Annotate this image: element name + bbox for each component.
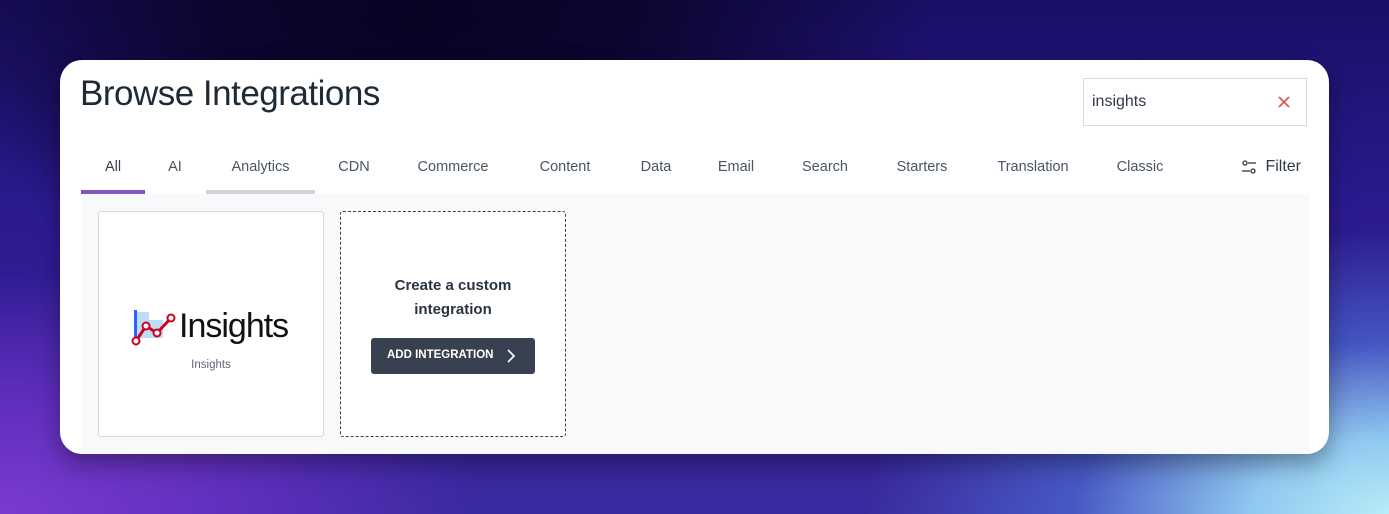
tab-label: Analytics <box>231 159 290 175</box>
tab-label: Starters <box>896 159 948 175</box>
tab-label: Content <box>539 159 591 175</box>
tab-label: Translation <box>997 159 1069 175</box>
tab-cdn[interactable]: CDN <box>331 144 377 194</box>
sliders-icon <box>1242 160 1257 174</box>
tab-search[interactable]: Search <box>795 144 855 194</box>
filter-label: Filter <box>1265 158 1301 175</box>
close-icon <box>1278 96 1290 108</box>
tab-data[interactable]: Data <box>635 144 677 194</box>
logo-wordmark: Insights <box>179 307 289 345</box>
tab-label: Classic <box>1116 159 1164 175</box>
page-title: Browse Integrations <box>80 74 380 113</box>
results-area: Insights Insights Create a custom integr… <box>81 194 1309 454</box>
title-line-2: integration <box>414 301 492 318</box>
tab-label: Email <box>717 159 755 175</box>
add-integration-button[interactable]: ADD INTEGRATION <box>371 338 535 374</box>
filter-button[interactable]: Filter <box>1241 144 1301 190</box>
search-box[interactable] <box>1083 78 1307 126</box>
custom-integration-title: Create a custom integration <box>341 274 565 322</box>
tab-label: Data <box>640 159 672 175</box>
tab-label: Commerce <box>417 159 489 175</box>
insights-logo: Insights <box>131 306 291 348</box>
tab-classic[interactable]: Classic <box>1111 144 1169 194</box>
tab-email[interactable]: Email <box>713 144 759 194</box>
tab-label: Search <box>802 159 848 175</box>
tab-starters[interactable]: Starters <box>889 144 955 194</box>
tab-analytics[interactable]: Analytics <box>206 144 315 194</box>
category-tabs: All AI Analytics CDN Commerce Content Da… <box>81 144 1309 194</box>
tab-ai[interactable]: AI <box>159 144 191 194</box>
search-input[interactable] <box>1092 79 1262 125</box>
add-integration-label: ADD INTEGRATION <box>387 349 494 361</box>
integration-name: Insights <box>191 359 231 371</box>
custom-integration-card: Create a custom integration ADD INTEGRAT… <box>340 211 566 437</box>
clear-search-button[interactable] <box>1274 92 1294 112</box>
tab-content[interactable]: Content <box>531 144 599 194</box>
integration-card-insights[interactable]: Insights Insights <box>98 211 324 437</box>
line-chart-icon <box>131 310 176 346</box>
tab-label: AI <box>168 159 182 175</box>
browse-integrations-panel: Browse Integrations All AI Analytics CDN… <box>60 60 1329 454</box>
tab-label: CDN <box>338 159 370 175</box>
tab-label: All <box>104 159 122 175</box>
chevron-right-icon <box>507 349 516 363</box>
tab-commerce[interactable]: Commerce <box>411 144 495 194</box>
tab-translation[interactable]: Translation <box>991 144 1075 194</box>
title-line-1: Create a custom <box>394 277 512 294</box>
tab-all[interactable]: All <box>81 144 145 194</box>
